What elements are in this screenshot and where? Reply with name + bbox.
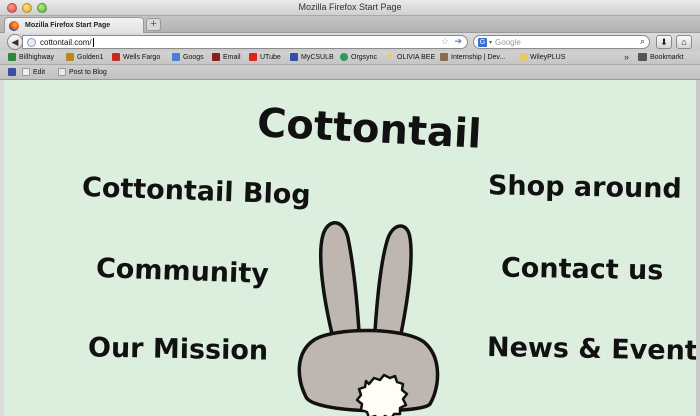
post-to-blog-button[interactable]: Post to Blog — [58, 68, 107, 76]
home-button[interactable]: ⌂ — [676, 35, 692, 49]
search-bar[interactable]: G ▾ Google ⌕ — [473, 35, 650, 49]
bookmark-item[interactable]: Golden1 — [66, 53, 103, 61]
bookmark-item[interactable]: Email — [212, 53, 241, 61]
bookmark-label: Wells Fargo — [123, 53, 161, 61]
golden1-icon — [66, 53, 74, 61]
bookmark-label: Golden1 — [77, 53, 104, 61]
navigation-toolbar: cottontail.com/ ☆ ➔ ◀ G ▾ Google ⌕ ⬇ ⌂ — [0, 33, 700, 51]
wileyplus-icon — [519, 53, 527, 61]
nav-link-shop[interactable]: Shop around — [488, 170, 682, 204]
orgsync-icon — [340, 53, 348, 61]
engine-dropdown-icon[interactable]: ▾ — [489, 39, 492, 46]
bookmark-item[interactable]: UTube — [249, 53, 281, 61]
bookmarks-overflow-button[interactable]: » — [624, 52, 629, 62]
search-icon[interactable]: ⌕ — [640, 36, 645, 47]
address-input[interactable]: cottontail.com/ — [40, 38, 92, 47]
web-page: Cottontail Cottontail Blog Community Our… — [4, 80, 696, 416]
pencil-icon — [22, 68, 30, 76]
addon-toolbar: Edit Post to Blog — [0, 65, 700, 80]
address-bar[interactable]: cottontail.com/ ☆ ➔ — [22, 35, 468, 49]
search-input[interactable]: Google — [495, 38, 521, 47]
bookmarks-folder-icon — [638, 53, 647, 61]
bookmark-label: UTube — [260, 53, 281, 61]
edit-button[interactable]: Edit — [22, 68, 45, 76]
wells-fargo-icon — [112, 53, 120, 61]
nav-link-contact[interactable]: Contact us — [501, 253, 664, 287]
bookmark-item[interactable]: Orgsync — [340, 53, 377, 61]
mycsulb-icon — [290, 53, 298, 61]
addon-badge[interactable] — [8, 68, 19, 76]
youtube-icon — [249, 53, 257, 61]
site-identity-icon[interactable] — [27, 37, 36, 47]
bookmark-item[interactable]: ⚡ OLIVIA BEE — [386, 53, 435, 61]
google-icon — [172, 53, 180, 61]
bookmark-item[interactable]: MyCSULB — [290, 53, 334, 61]
bookmarks-menu-label: Bookmarkt — [650, 53, 684, 61]
bookmark-label: OLIVIA BEE — [397, 53, 436, 61]
nav-link-mission[interactable]: Our Mission — [88, 332, 269, 366]
bunny-illustration — [297, 221, 440, 416]
email-icon — [212, 53, 220, 61]
site-title[interactable]: Cottontail — [256, 100, 483, 158]
addon-icon — [8, 68, 16, 76]
bookmark-item[interactable]: Googs — [172, 53, 204, 61]
lightning-icon: ⚡ — [386, 54, 394, 60]
bookmark-item[interactable]: Internship | Dev... — [440, 53, 505, 61]
back-button[interactable]: ◀ — [7, 34, 23, 50]
billhighway-icon — [8, 53, 16, 61]
internship-icon — [440, 53, 448, 61]
nav-link-community[interactable]: Community — [96, 253, 270, 290]
window-title: Mozilla Firefox Start Page — [298, 2, 402, 12]
bookmark-item[interactable]: Wells Fargo — [112, 53, 160, 61]
page-scrollbar[interactable] — [696, 80, 700, 416]
google-engine-icon[interactable]: G — [478, 37, 487, 47]
firefox-favicon-icon — [9, 20, 19, 31]
tab-active[interactable]: Mozilla Firefox Start Page — [4, 17, 144, 33]
window-titlebar: Mozilla Firefox Start Page — [0, 0, 700, 16]
downloads-button[interactable]: ⬇ — [656, 35, 672, 49]
bunny-left-ear — [318, 221, 362, 349]
bookmark-label: Internship | Dev... — [451, 53, 506, 61]
bookmark-label: WileyPLUS — [530, 53, 566, 61]
new-tab-button[interactable]: + — [146, 18, 161, 31]
nav-link-blog[interactable]: Cottontail Blog — [82, 172, 312, 211]
text-cursor — [92, 37, 94, 47]
go-arrow-icon[interactable]: ➔ — [454, 36, 462, 47]
bookmark-label: MyCSULB — [301, 53, 334, 61]
bookmarks-menu-button[interactable]: Bookmarkt — [638, 53, 683, 61]
bookmark-item[interactable]: WileyPLUS — [519, 53, 565, 61]
bookmark-star-icon[interactable]: ☆ — [441, 36, 449, 47]
post-to-blog-label: Post to Blog — [69, 68, 107, 76]
bookmark-label: Email — [223, 53, 241, 61]
blog-icon — [58, 68, 66, 76]
edit-label: Edit — [33, 68, 46, 76]
bookmark-label: Billhighway — [19, 53, 55, 61]
tab-title: Mozilla Firefox Start Page — [25, 22, 111, 29]
nav-link-news[interactable]: News & Events — [487, 332, 696, 367]
bookmark-item[interactable]: Billhighway — [8, 53, 54, 61]
bookmark-label: Googs — [183, 53, 204, 61]
tab-bar: Mozilla Firefox Start Page + — [0, 16, 700, 33]
bookmark-label: Orgsync — [351, 53, 378, 61]
bookmarks-toolbar: Billhighway Golden1 Wells Fargo Googs Em… — [0, 51, 700, 65]
